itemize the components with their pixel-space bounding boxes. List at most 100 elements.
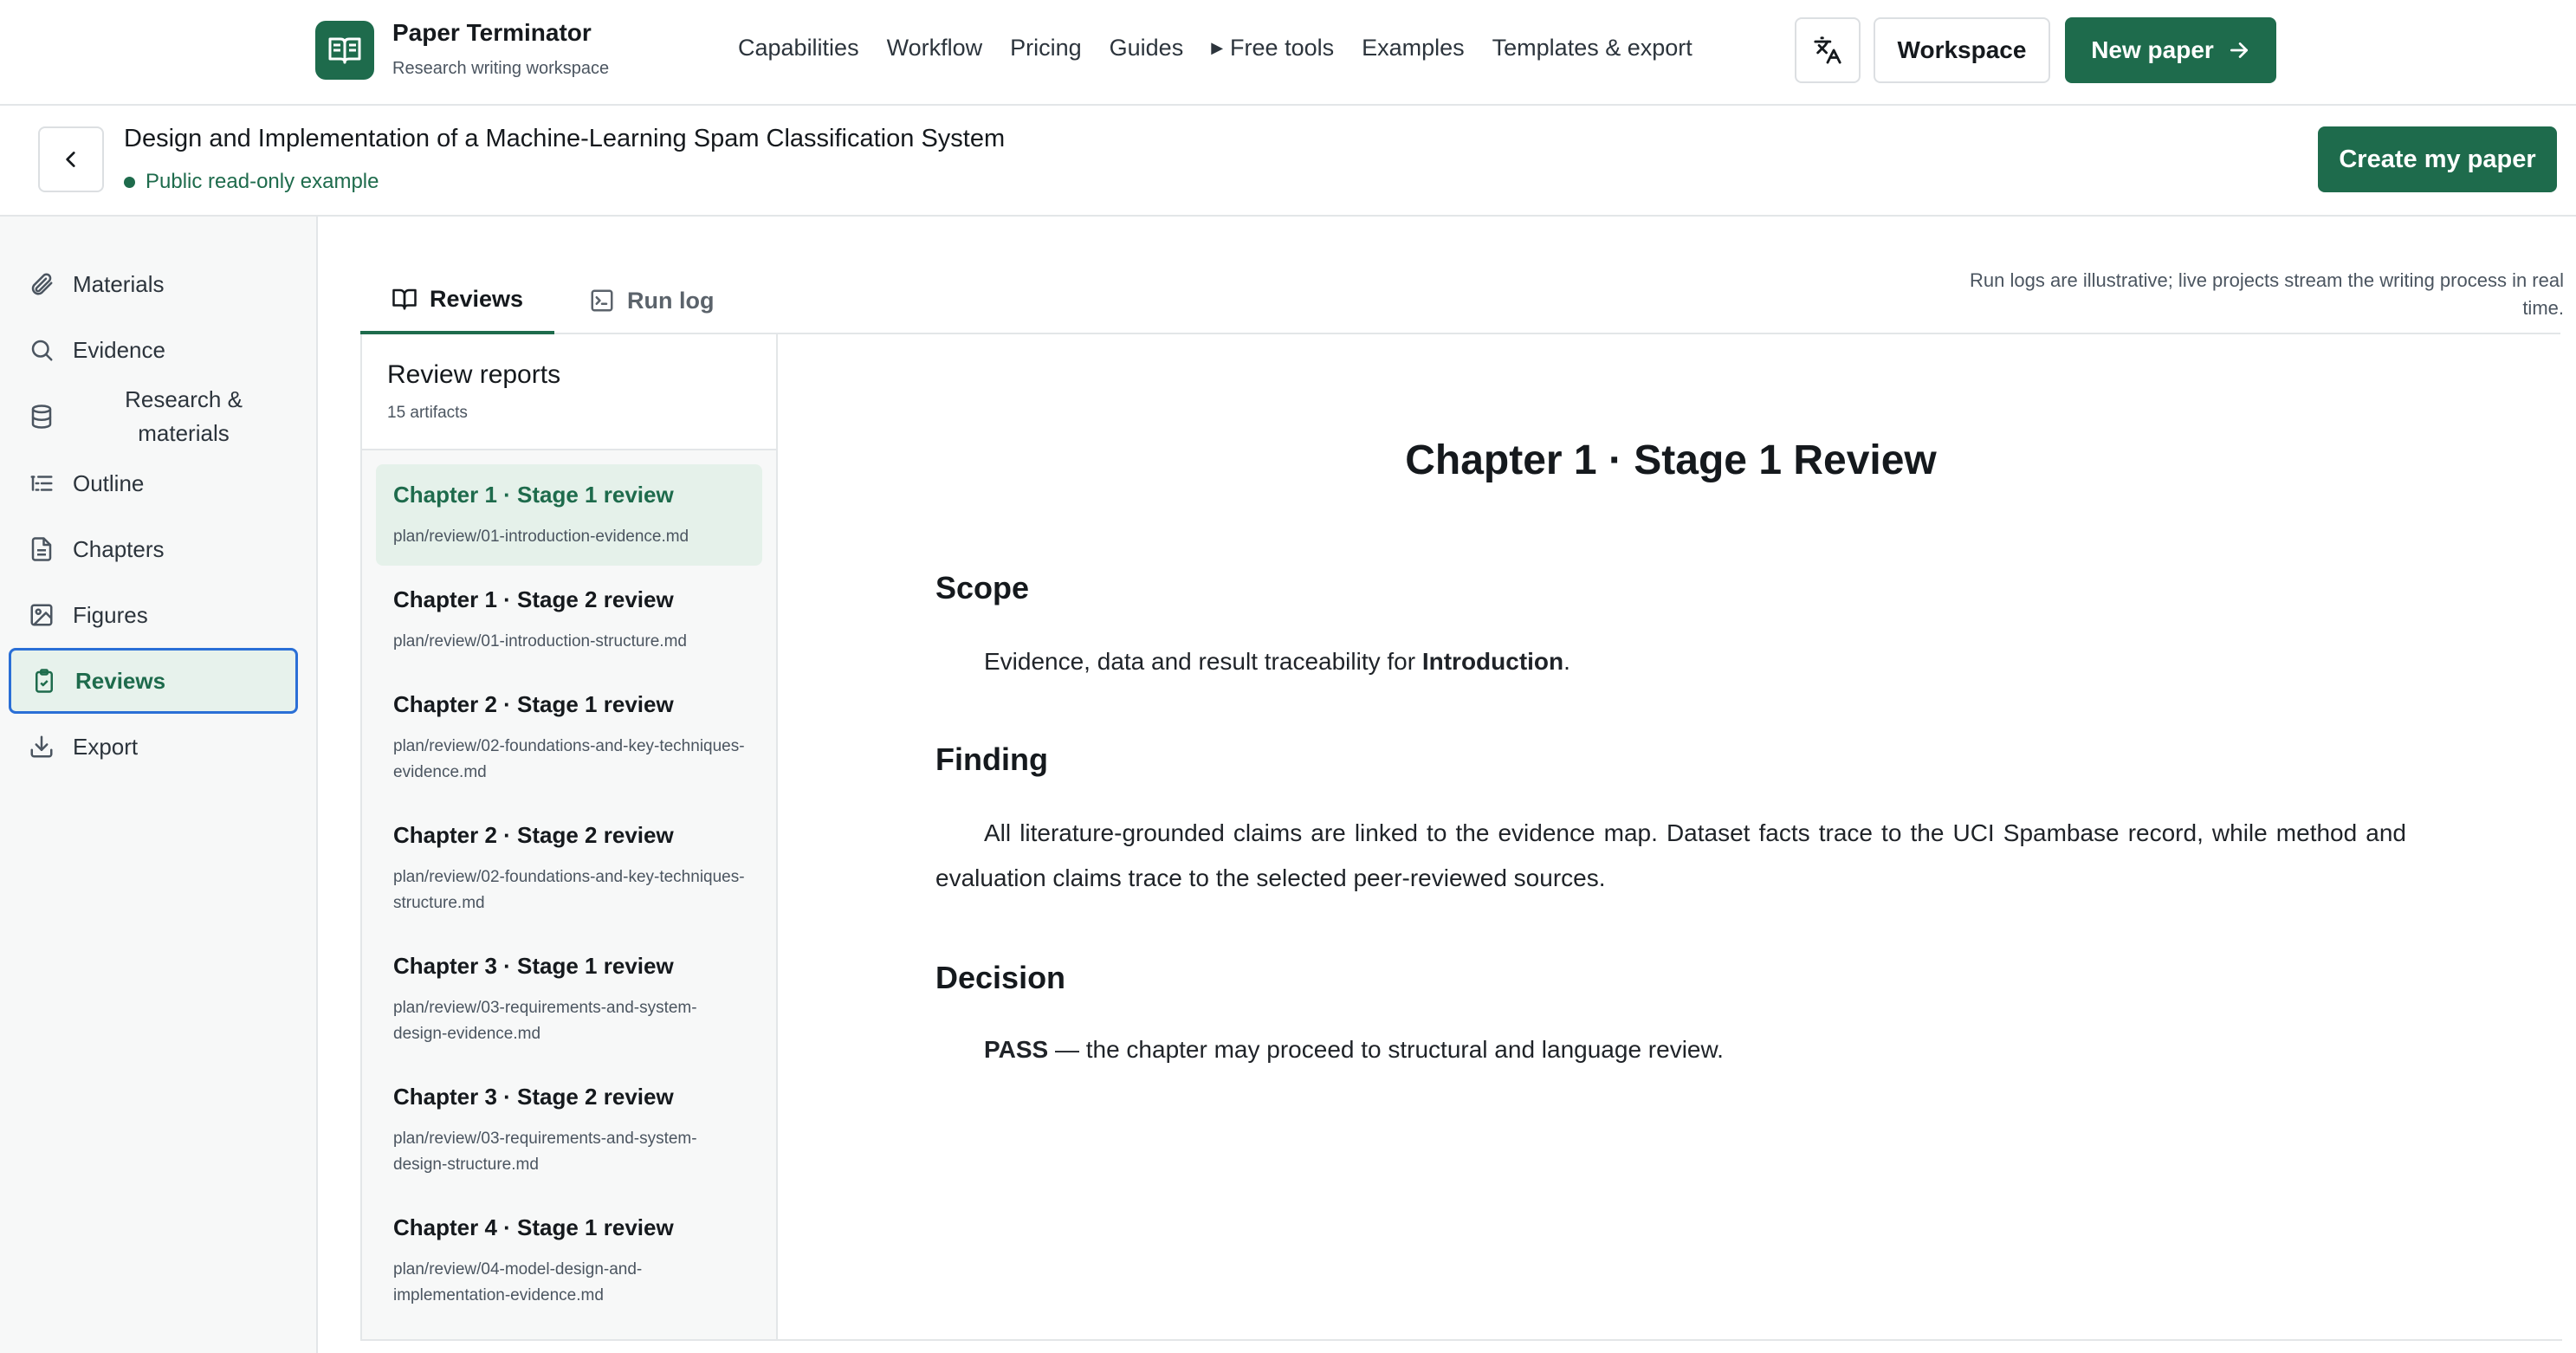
list-title: Review reports <box>387 360 561 389</box>
list-item[interactable]: Chapter 2 · Stage 1 review plan/review/0… <box>376 674 762 801</box>
tab-label: Run log <box>627 287 715 314</box>
list-item-title: Chapter 2 · Stage 1 review <box>393 691 674 717</box>
create-my-paper-button[interactable]: Create my paper <box>2318 126 2557 192</box>
search-icon <box>28 336 55 364</box>
nav-link-workflow[interactable]: Workflow <box>887 35 983 62</box>
list-items: Chapter 1 · Stage 1 review plan/review/0… <box>362 450 776 1324</box>
nav-link-guides[interactable]: Guides <box>1110 35 1184 62</box>
scope-paragraph: Evidence, data and result traceability f… <box>935 639 2406 684</box>
list-item-title: Chapter 4 · Stage 1 review <box>393 1214 674 1240</box>
document-title: Design and Implementation of a Machine-L… <box>124 125 1006 152</box>
list-item-title: Chapter 2 · Stage 2 review <box>393 822 674 848</box>
finding-paragraph: All literature-grounded claims are linke… <box>935 819 2406 891</box>
back-button[interactable] <box>38 126 104 192</box>
sidebar-item-materials[interactable]: Materials <box>9 251 298 317</box>
brand-subtitle: Research writing workspace <box>392 59 610 78</box>
brand-name[interactable]: Paper Terminator <box>392 19 592 47</box>
book-open-icon <box>392 288 417 310</box>
tab-reviews[interactable]: Reviews <box>360 267 555 334</box>
chevron-left-icon <box>66 152 75 167</box>
list-header: Review reports 15 artifacts <box>362 334 776 450</box>
decision-paragraph: PASS — the chapter may proceed to struct… <box>935 1027 2406 1072</box>
workspace-button[interactable]: Workspace <box>1874 17 2050 83</box>
download-icon <box>28 733 55 761</box>
sidebar-item-label: Materials <box>73 270 165 297</box>
nav-link-examples[interactable]: Examples <box>1362 35 1465 62</box>
nav-link-templates-export[interactable]: Templates & export <box>1492 35 1693 62</box>
finding-heading: Finding <box>935 741 1048 777</box>
review-reports-list: Review reports 15 artifacts Chapter 1 · … <box>362 334 778 1339</box>
sidebar-item-evidence[interactable]: Evidence <box>9 317 298 383</box>
nav-link-free-tools[interactable]: ▶ Free tools <box>1211 35 1334 62</box>
nav-link-free-tools-label: Free tools <box>1230 35 1335 61</box>
list-item[interactable]: Chapter 2 · Stage 2 review plan/review/0… <box>376 805 762 932</box>
document-header: Design and Implementation of a Machine-L… <box>0 106 2576 217</box>
file-text-icon <box>28 535 55 563</box>
status-label: Public read-only example <box>146 170 379 193</box>
sidebar-item-label: Reviews <box>75 667 166 694</box>
translate-icon <box>1814 36 1841 64</box>
review-document: Chapter 1 · Stage 1 Review Scope Evidenc… <box>780 334 2562 1339</box>
decision-heading: Decision <box>935 960 1066 995</box>
language-button[interactable] <box>1795 17 1861 83</box>
document-heading: Chapter 1 · Stage 1 Review <box>1405 437 1937 483</box>
sidebar-item-label: Outline <box>73 469 145 496</box>
list-item-path: plan/review/03-requirements-and-system-d… <box>393 999 697 1043</box>
main-nav: Capabilities Workflow Pricing Guides ▶ Fr… <box>738 35 1720 62</box>
arrow-right-icon <box>2230 42 2248 58</box>
sidebar-item-research-materials[interactable]: Research & materials <box>9 379 298 454</box>
list-item[interactable]: Chapter 1 · Stage 2 review plan/review/0… <box>376 569 762 670</box>
list-item-title: Chapter 1 · Stage 2 review <box>393 586 674 612</box>
clipboard-check-icon <box>30 667 58 695</box>
nav-link-capabilities[interactable]: Capabilities <box>738 35 859 62</box>
list-item-title: Chapter 3 · Stage 1 review <box>393 953 674 979</box>
list-item-path: plan/review/02-foundations-and-key-techn… <box>393 737 745 781</box>
sidebar-item-label: Chapters <box>73 535 165 562</box>
artifact-count: 15 artifacts <box>387 404 468 422</box>
sidebar-item-label: Figures <box>73 601 148 628</box>
sidebar-item-figures[interactable]: Figures <box>9 582 298 648</box>
tab-run-log[interactable]: Run log <box>558 267 745 334</box>
image-icon <box>28 601 55 629</box>
list-item[interactable]: Chapter 1 · Stage 1 review plan/review/0… <box>376 464 762 566</box>
list-item[interactable]: Chapter 4 · Stage 1 review plan/review/0… <box>376 1197 762 1324</box>
nav-link-pricing[interactable]: Pricing <box>1010 35 1082 62</box>
sidebar-item-label: Research & materials <box>125 386 243 446</box>
list-item-path: plan/review/01-introduction-structure.md <box>393 632 687 651</box>
paperclip-icon <box>28 270 55 298</box>
terminal-icon <box>591 289 613 312</box>
decision-bold: PASS <box>984 1036 1049 1063</box>
scope-heading: Scope <box>935 570 1030 605</box>
list-item-path: plan/review/01-introduction-evidence.md <box>393 528 689 546</box>
list-item-title: Chapter 3 · Stage 2 review <box>393 1084 674 1110</box>
list-item-path: plan/review/03-requirements-and-system-d… <box>393 1130 697 1174</box>
sidebar-item-export[interactable]: Export <box>9 714 298 780</box>
sidebar-item-label: Export <box>73 733 139 760</box>
scope-end: . <box>1563 648 1570 675</box>
decision-text: — the chapter may proceed to structural … <box>1048 1036 1724 1063</box>
sidebar: Materials Evidence Research & materials … <box>0 217 318 1353</box>
sidebar-item-reviews[interactable]: Reviews <box>9 648 298 714</box>
database-icon <box>28 403 55 430</box>
scope-bold: Introduction <box>1421 648 1564 675</box>
list-item[interactable]: Chapter 3 · Stage 2 review plan/review/0… <box>376 1066 762 1194</box>
triangle-right-icon: ▶ <box>1211 39 1224 56</box>
sidebar-item-chapters[interactable]: Chapters <box>9 516 298 582</box>
list-item-path: plan/review/02-foundations-and-key-techn… <box>393 868 745 912</box>
tab-label: Reviews <box>430 285 524 312</box>
sidebar-item-outline[interactable]: Outline <box>9 450 298 516</box>
list-item[interactable]: Chapter 3 · Stage 1 review plan/review/0… <box>376 935 762 1063</box>
book-logo-icon[interactable] <box>315 21 374 80</box>
scope-text: Evidence, data and result traceability f… <box>984 648 1416 675</box>
run-log-note: Run logs are illustrative; live projects… <box>1970 269 2564 319</box>
reviews-panel: Review reports 15 artifacts Chapter 1 · … <box>360 334 2562 1341</box>
status-badge: Public read-only example <box>124 170 379 194</box>
list-item-title: Chapter 1 · Stage 1 review <box>393 482 674 508</box>
list-icon <box>28 469 55 497</box>
new-paper-label: New paper <box>2091 36 2214 63</box>
sidebar-item-label: Evidence <box>73 336 165 363</box>
status-dot-icon <box>124 176 135 188</box>
new-paper-button[interactable]: New paper <box>2065 17 2276 83</box>
top-nav: Paper Terminator Research writing worksp… <box>0 0 2576 106</box>
list-item-path: plan/review/04-model-design-and-implemen… <box>393 1260 643 1304</box>
